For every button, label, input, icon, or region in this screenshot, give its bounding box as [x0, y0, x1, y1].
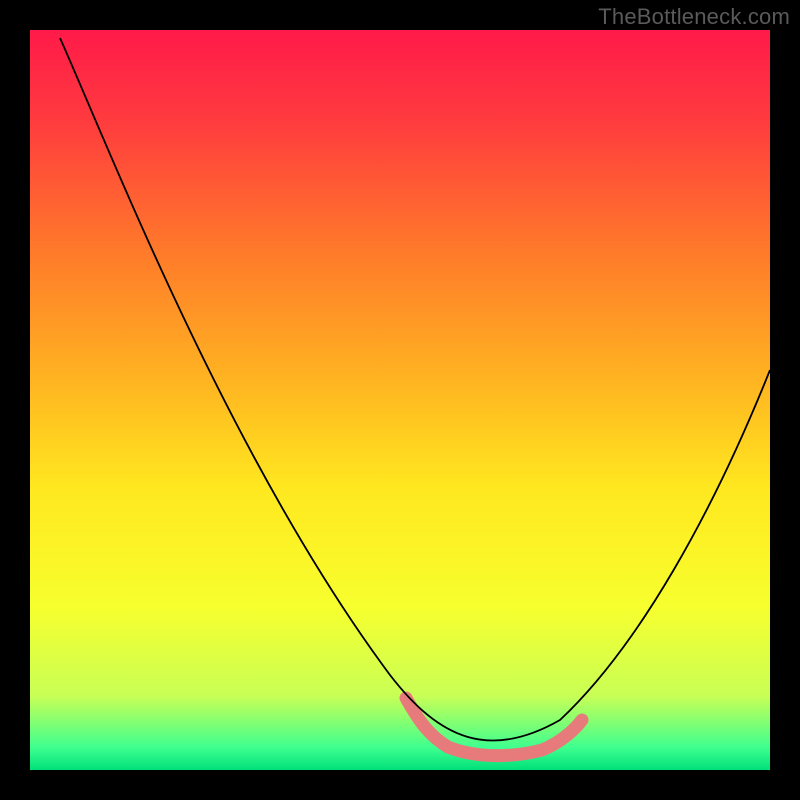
watermark-text: TheBottleneck.com	[598, 4, 790, 30]
chart-frame: TheBottleneck.com	[0, 0, 800, 800]
gradient-background	[30, 30, 770, 770]
plot-area	[30, 30, 770, 770]
plot-svg	[30, 30, 770, 770]
